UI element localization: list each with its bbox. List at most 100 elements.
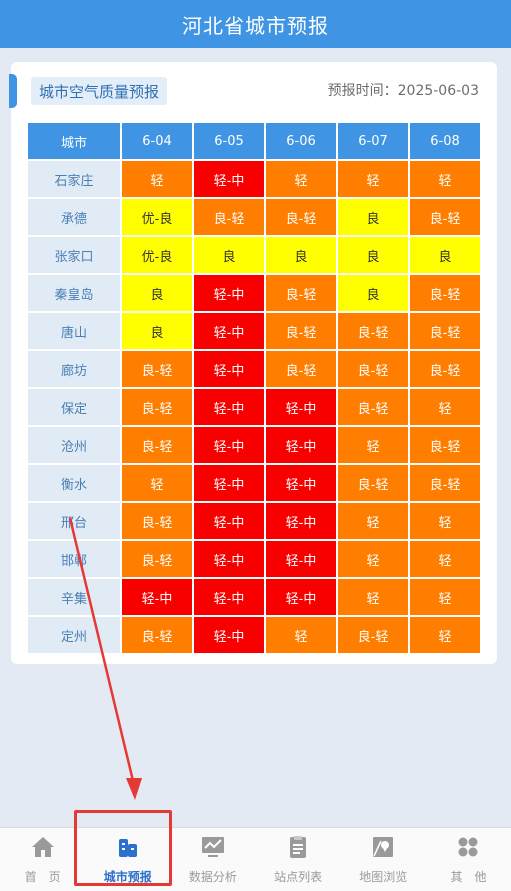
- aqi-level-cell: 良-轻: [194, 199, 264, 235]
- city-name-cell: 邯郸: [28, 541, 120, 577]
- aqi-level-cell: 良-轻: [410, 427, 480, 463]
- date-column-header: 6-06: [266, 123, 336, 159]
- aqi-level-cell: 轻-中: [194, 427, 264, 463]
- aqi-level-cell: 轻-中: [122, 579, 192, 615]
- aqi-level-cell: 轻-中: [266, 541, 336, 577]
- aqi-level-cell: 良-轻: [410, 275, 480, 311]
- tab-map-browse[interactable]: 地图浏览: [341, 828, 426, 891]
- aqi-level-cell: 轻-中: [266, 389, 336, 425]
- aqi-level-cell: 轻-中: [194, 351, 264, 387]
- aqi-level-cell: 良-轻: [122, 427, 192, 463]
- aqi-level-cell: 良-轻: [266, 313, 336, 349]
- city-name-cell: 保定: [28, 389, 120, 425]
- aqi-level-cell: 轻: [338, 161, 408, 197]
- table-row: 石家庄轻轻-中轻轻轻: [28, 161, 480, 197]
- date-column-header: 6-05: [194, 123, 264, 159]
- forecast-time: 预报时间：2025-06-03: [327, 83, 479, 99]
- city-name-cell: 沧州: [28, 427, 120, 463]
- aqi-level-cell: 轻-中: [266, 427, 336, 463]
- aqi-level-cell: 轻: [266, 617, 336, 653]
- aqi-level-cell: 良-轻: [410, 465, 480, 501]
- tab-label: 城市预报: [103, 869, 152, 884]
- aqi-level-cell: 轻: [410, 503, 480, 539]
- aqi-level-cell: 轻: [122, 161, 192, 197]
- bottom-tab-bar: 首 页 城市预报 数据分析 站点列表 地图浏览 其 他: [0, 827, 511, 891]
- table-row: 衡水轻轻-中 轻-中 良-轻 良-轻: [28, 465, 480, 501]
- city-name-cell: 石家庄: [28, 161, 120, 197]
- aqi-level-cell: 良-轻: [338, 351, 408, 387]
- aqi-level-cell: 良-轻: [122, 503, 192, 539]
- aqi-level-cell: 良-轻: [338, 465, 408, 501]
- city-name-cell: 秦皇岛: [28, 275, 120, 311]
- aqi-level-cell: 良-轻: [410, 313, 480, 349]
- aqi-level-cell: 轻: [410, 579, 480, 615]
- aqi-level-cell: 良: [194, 237, 264, 273]
- date-column-header: 6-04: [122, 123, 192, 159]
- tab-data-analysis[interactable]: 数据分析: [170, 828, 255, 891]
- aqi-level-cell: 良-轻: [338, 389, 408, 425]
- aqi-level-cell: 轻-中: [194, 389, 264, 425]
- tab-other[interactable]: 其 他: [426, 828, 511, 891]
- page-title: 河北省城市预报: [182, 13, 329, 38]
- tab-label: 其 他: [450, 869, 487, 884]
- tab-station-list[interactable]: 站点列表: [256, 828, 341, 891]
- aqi-level-cell: 良-轻: [122, 617, 192, 653]
- aqi-level-cell: 轻: [410, 617, 480, 653]
- forecast-card: 城市空气质量预报 预报时间：2025-06-03 城市 6-04 6-05 6-…: [9, 62, 497, 664]
- aqi-level-cell: 良: [338, 237, 408, 273]
- aqi-level-cell: 轻-中: [194, 161, 264, 197]
- aqi-level-cell: 良: [122, 275, 192, 311]
- aqi-level-cell: 轻: [410, 541, 480, 577]
- table-row: 定州 良-轻 轻-中轻良-轻轻: [28, 617, 480, 653]
- table-row: 沧州 良-轻 轻-中 轻-中轻良-轻: [28, 427, 480, 463]
- station-list-icon: [285, 835, 311, 862]
- aqi-level-cell: 良: [338, 199, 408, 235]
- city-column-header: 城市: [28, 123, 120, 159]
- aqi-level-cell: 良-轻: [338, 617, 408, 653]
- home-icon: [30, 835, 56, 862]
- tab-city-forecast[interactable]: 城市预报: [85, 828, 170, 891]
- aqi-level-cell: 轻: [266, 161, 336, 197]
- aqi-level-cell: 轻-中: [194, 617, 264, 653]
- card-title: 城市空气质量预报: [31, 77, 168, 105]
- city-name-cell: 廊坊: [28, 351, 120, 387]
- aqi-level-cell: 良-轻: [122, 389, 192, 425]
- aqi-level-cell: 轻: [338, 427, 408, 463]
- city-name-cell: 邢台: [28, 503, 120, 539]
- tab-home[interactable]: 首 页: [0, 828, 85, 891]
- aqi-level-cell: 轻-中: [194, 275, 264, 311]
- tab-label: 站点列表: [274, 869, 323, 884]
- city-name-cell: 唐山: [28, 313, 120, 349]
- aqi-level-cell: 轻-中: [194, 313, 264, 349]
- table-row: 辛集 轻-中 轻-中 轻-中轻轻: [28, 579, 480, 615]
- table-body: 石家庄轻轻-中轻轻轻承德 优-良 良-轻 良-轻良良-轻 张家口 优-良良良良良秦皇岛良轻…: [28, 161, 480, 653]
- table-row: 廊坊 良-轻 轻-中 良-轻 良-轻 良-轻: [28, 351, 480, 387]
- aqi-level-cell: 优-良: [122, 199, 192, 235]
- aqi-level-cell: 良-轻: [122, 351, 192, 387]
- date-column-header: 6-08: [410, 123, 480, 159]
- aqi-level-cell: 良: [266, 237, 336, 273]
- aqi-level-cell: 轻-中: [266, 465, 336, 501]
- aqi-level-cell: 轻-中: [194, 579, 264, 615]
- aqi-level-cell: 轻-中: [266, 579, 336, 615]
- date-column-header: 6-07: [338, 123, 408, 159]
- aqi-level-cell: 优-良: [122, 237, 192, 273]
- table-row: 唐山良轻-中 良-轻 良-轻 良-轻: [28, 313, 480, 349]
- city-name-cell: 定州: [28, 617, 120, 653]
- city-name-cell: 衡水: [28, 465, 120, 501]
- city-name-cell: 张家口: [28, 237, 120, 273]
- aqi-level-cell: 轻: [338, 503, 408, 539]
- city-forecast-icon: [115, 835, 141, 862]
- aqi-level-cell: 轻: [410, 161, 480, 197]
- aqi-level-cell: 良-轻: [410, 199, 480, 235]
- city-name-cell: 辛集: [28, 579, 120, 615]
- city-name-cell: 承德: [28, 199, 120, 235]
- table-row: 张家口 优-良良良良良: [28, 237, 480, 273]
- aqi-level-cell: 良-轻: [266, 199, 336, 235]
- table-row: 秦皇岛良轻-中 良-轻良良-轻: [28, 275, 480, 311]
- data-analysis-icon: [200, 835, 226, 862]
- aqi-level-cell: 轻-中: [194, 465, 264, 501]
- table-header-row: 城市 6-04 6-05 6-06 6-07 6-08: [28, 123, 480, 159]
- aqi-level-cell: 良: [338, 275, 408, 311]
- aqi-level-cell: 良-轻: [266, 275, 336, 311]
